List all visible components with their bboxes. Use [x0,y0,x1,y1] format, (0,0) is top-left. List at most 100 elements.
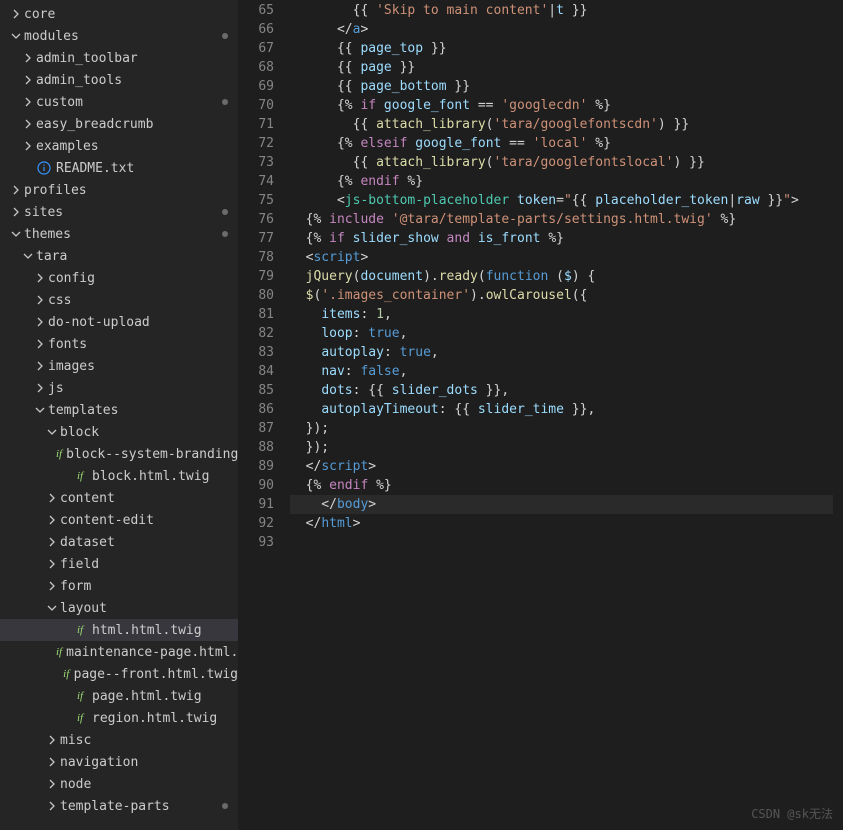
folder-item[interactable]: easy_breadcrumb [0,113,238,135]
folder-item[interactable]: misc [0,729,238,751]
chevron-down-icon[interactable] [44,427,60,437]
code-line[interactable]: nav: false, [290,362,833,381]
file-explorer-sidebar[interactable]: coremodulesadmin_toolbaradmin_toolscusto… [0,0,238,830]
folder-item[interactable]: sites [0,201,238,223]
chevron-right-icon[interactable] [32,273,48,283]
chevron-right-icon[interactable] [8,9,24,19]
chevron-right-icon[interactable] [32,361,48,371]
code-line[interactable]: {{ page_bottom }} [290,77,833,96]
code-line[interactable]: </a> [290,20,833,39]
folder-item[interactable]: content-edit [0,509,238,531]
code-line[interactable]: {{ 'Skip to main content'|t }} [290,1,833,20]
folder-item[interactable]: config [0,267,238,289]
code-content[interactable]: {{ 'Skip to main content'|t }} </a> {{ p… [290,0,833,830]
code-line[interactable]: </body> [290,495,833,514]
chevron-right-icon[interactable] [44,559,60,569]
code-line[interactable]: {% elseif google_font == 'local' %} [290,134,833,153]
folder-item[interactable]: node [0,773,238,795]
code-editor[interactable]: 6566676869707172737475767778798081828384… [238,0,843,830]
file-item[interactable]: ifpage.html.twig [0,685,238,707]
chevron-right-icon[interactable] [44,757,60,767]
folder-item[interactable]: custom [0,91,238,113]
chevron-down-icon[interactable] [32,405,48,415]
code-line[interactable]: items: 1, [290,305,833,324]
folder-item[interactable]: js [0,377,238,399]
file-item[interactable]: README.txt [0,157,238,179]
code-line[interactable]: }); [290,438,833,457]
code-line[interactable]: }); [290,419,833,438]
code-line[interactable]: {% endif %} [290,476,833,495]
chevron-right-icon[interactable] [32,295,48,305]
tree-item-label: page.html.twig [92,689,202,704]
code-line[interactable]: dots: {{ slider_dots }}, [290,381,833,400]
folder-item[interactable]: dataset [0,531,238,553]
chevron-right-icon[interactable] [20,75,36,85]
folder-item[interactable]: core [0,3,238,25]
chevron-right-icon[interactable] [20,141,36,151]
folder-item[interactable]: themes [0,223,238,245]
file-item[interactable]: ifpage--front.html.twig [0,663,238,685]
chevron-right-icon[interactable] [20,119,36,129]
chevron-right-icon[interactable] [44,735,60,745]
folder-item[interactable]: examples [0,135,238,157]
folder-item[interactable]: field [0,553,238,575]
folder-item[interactable]: tara [0,245,238,267]
chevron-right-icon[interactable] [44,581,60,591]
code-line[interactable]: </html> [290,514,833,533]
file-item[interactable]: ifmaintenance-page.html.twig [0,641,238,663]
chevron-right-icon[interactable] [44,515,60,525]
folder-item[interactable]: templates [0,399,238,421]
folder-item[interactable]: css [0,289,238,311]
chevron-right-icon[interactable] [32,317,48,327]
folder-item[interactable]: images [0,355,238,377]
folder-item[interactable]: fonts [0,333,238,355]
chevron-right-icon[interactable] [44,537,60,547]
code-line[interactable]: <js-bottom-placeholder token="{{ placeho… [290,191,833,210]
code-line[interactable]: {% if slider_show and is_front %} [290,229,833,248]
folder-item[interactable]: modules [0,25,238,47]
folder-item[interactable]: navigation [0,751,238,773]
code-line[interactable]: <script> [290,248,833,267]
code-line[interactable]: {{ attach_library('tara/googlefontslocal… [290,153,833,172]
folder-item[interactable]: block [0,421,238,443]
folder-item[interactable]: profiles [0,179,238,201]
chevron-down-icon[interactable] [20,251,36,261]
code-line[interactable]: loop: true, [290,324,833,343]
editor-scrollbar[interactable] [833,0,843,830]
code-line[interactable]: </script> [290,457,833,476]
chevron-right-icon[interactable] [44,779,60,789]
folder-item[interactable]: form [0,575,238,597]
code-line[interactable]: jQuery(document).ready(function ($) { [290,267,833,286]
folder-item[interactable]: template-parts [0,795,238,817]
chevron-right-icon[interactable] [44,801,60,811]
file-item[interactable]: ifregion.html.twig [0,707,238,729]
code-line[interactable] [290,533,833,552]
code-line[interactable]: {{ attach_library('tara/googlefontscdn')… [290,115,833,134]
chevron-right-icon[interactable] [8,185,24,195]
code-line[interactable]: autoplay: true, [290,343,833,362]
file-item[interactable]: ifblock.html.twig [0,465,238,487]
chevron-right-icon[interactable] [44,493,60,503]
chevron-down-icon[interactable] [8,229,24,239]
code-line[interactable]: {% if google_font == 'googlecdn' %} [290,96,833,115]
chevron-right-icon[interactable] [8,207,24,217]
file-item[interactable]: ifhtml.html.twig [0,619,238,641]
code-line[interactable]: {% endif %} [290,172,833,191]
chevron-right-icon[interactable] [32,383,48,393]
folder-item[interactable]: admin_toolbar [0,47,238,69]
chevron-right-icon[interactable] [20,97,36,107]
folder-item[interactable]: content [0,487,238,509]
folder-item[interactable]: do-not-upload [0,311,238,333]
folder-item[interactable]: layout [0,597,238,619]
chevron-right-icon[interactable] [20,53,36,63]
chevron-right-icon[interactable] [32,339,48,349]
file-item[interactable]: ifblock--system-branding-blo... [0,443,238,465]
code-line[interactable]: {% include '@tara/template-parts/setting… [290,210,833,229]
code-line[interactable]: $('.images_container').owlCarousel({ [290,286,833,305]
code-line[interactable]: autoplayTimeout: {{ slider_time }}, [290,400,833,419]
chevron-down-icon[interactable] [44,603,60,613]
code-line[interactable]: {{ page }} [290,58,833,77]
folder-item[interactable]: admin_tools [0,69,238,91]
code-line[interactable]: {{ page_top }} [290,39,833,58]
chevron-down-icon[interactable] [8,31,24,41]
